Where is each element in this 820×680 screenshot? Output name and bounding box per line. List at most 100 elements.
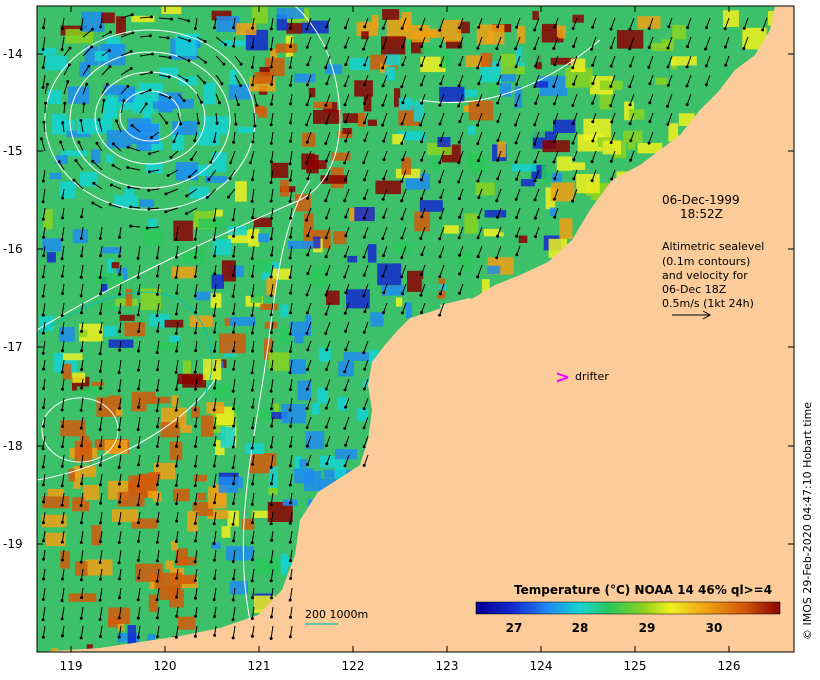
velocity-arrow-head: [496, 177, 500, 181]
velocity-arrow-head: [401, 101, 405, 105]
sst-patch: [175, 556, 197, 566]
velocity-arrow-head: [212, 542, 216, 546]
velocity-arrow-head: [270, 367, 274, 371]
velocity-arrow-head: [533, 28, 537, 32]
velocity-arrow-head: [149, 34, 152, 38]
velocity-arrow-head: [400, 275, 404, 279]
x-tick-label: 124: [530, 659, 553, 673]
velocity-arrow-head: [117, 406, 121, 410]
sst-patch: [169, 441, 183, 461]
sst-patch: [468, 100, 494, 121]
velocity-arrow-head: [61, 216, 64, 220]
x-tick-label: 123: [436, 659, 459, 673]
velocity-arrow-head: [515, 25, 519, 29]
velocity-arrow-head: [179, 122, 183, 126]
velocity-arrow-head: [495, 256, 499, 260]
velocity-arrow-head: [231, 389, 235, 393]
velocity-arrow-head: [194, 311, 198, 314]
velocity-arrow-head: [109, 30, 112, 34]
velocity-arrow-head: [253, 124, 257, 128]
velocity-arrow-head: [439, 44, 443, 48]
sst-patch: [420, 46, 435, 53]
velocity-arrow-head: [419, 178, 423, 182]
velocity-arrow-head: [42, 120, 46, 124]
velocity-arrow-head: [174, 408, 178, 412]
velocity-arrow-head: [41, 179, 45, 183]
velocity-arrow-head: [666, 46, 670, 50]
velocity-arrow-head: [213, 558, 216, 562]
velocity-arrow-head: [232, 482, 235, 486]
sst-patch: [475, 182, 495, 196]
velocity-arrow-head: [148, 88, 152, 92]
sst-patch: [197, 492, 206, 501]
velocity-arrow-head: [305, 407, 309, 410]
velocity-arrow-head: [269, 275, 273, 279]
velocity-arrow-head: [438, 122, 442, 126]
velocity-arrow-head: [231, 466, 235, 470]
velocity-arrow-head: [155, 559, 159, 563]
velocity-arrow-head: [363, 63, 367, 67]
velocity-arrow-head: [136, 445, 140, 449]
velocity-arrow-head: [270, 83, 274, 86]
velocity-arrow-head: [514, 197, 518, 201]
velocity-arrow-head: [420, 215, 424, 219]
velocity-arrow-head: [188, 175, 192, 179]
velocity-arrow-head: [155, 598, 159, 602]
velocity-arrow-head: [289, 311, 292, 315]
velocity-arrow-head: [41, 200, 45, 204]
velocity-arrow-head: [270, 482, 273, 486]
velocity-arrow-head: [42, 500, 46, 504]
velocity-arrow-head: [270, 424, 274, 428]
sst-patch: [125, 288, 133, 307]
velocity-arrow-head: [41, 483, 45, 487]
velocity-arrow-head: [438, 103, 442, 107]
velocity-arrow-head: [362, 351, 366, 355]
velocity-arrow-head: [572, 177, 576, 181]
velocity-arrow-head: [80, 482, 83, 486]
legend-line-4: 06-Dec 18Z: [662, 283, 727, 296]
velocity-arrow-head: [200, 100, 203, 104]
velocity-arrow-head: [458, 291, 462, 295]
sst-patch: [305, 314, 312, 328]
velocity-arrow-head: [249, 161, 252, 165]
sst-patch: [62, 363, 72, 380]
velocity-arrow-head: [362, 330, 366, 334]
velocity-arrow-head: [212, 522, 216, 526]
velocity-arrow-head: [193, 484, 197, 488]
y-tick-label: -19: [3, 537, 23, 551]
velocity-arrow-head: [232, 44, 236, 48]
velocity-arrow-head: [60, 445, 64, 449]
sst-patch: [115, 408, 123, 416]
velocity-arrow-head: [251, 596, 254, 600]
velocity-arrow-head: [212, 598, 216, 602]
velocity-arrow-head: [98, 428, 102, 431]
velocity-arrow-head: [137, 387, 140, 391]
velocity-arrow-head: [91, 159, 95, 163]
velocity-arrow-head: [515, 253, 519, 257]
velocity-arrow-head: [155, 409, 159, 413]
velocity-arrow-head: [344, 329, 348, 333]
velocity-arrow-head: [251, 45, 254, 49]
velocity-arrow-head: [666, 65, 670, 69]
velocity-arrow-head: [515, 177, 519, 181]
velocity-arrow-head: [174, 255, 178, 259]
sst-patch: [484, 210, 507, 218]
x-tick-label: 120: [154, 659, 177, 673]
velocity-arrow-head: [289, 444, 292, 448]
velocity-arrow-head: [41, 331, 45, 335]
velocity-arrow-head: [343, 26, 347, 30]
velocity-arrow-head: [250, 257, 254, 260]
velocity-arrow-head: [533, 64, 537, 68]
velocity-arrow-head: [42, 424, 46, 428]
velocity-arrow-head: [212, 314, 216, 318]
velocity-arrow-head: [381, 274, 385, 278]
velocity-arrow-head: [306, 196, 310, 200]
velocity-arrow-head: [155, 502, 159, 506]
velocity-arrow-head: [381, 237, 385, 240]
velocity-arrow-head: [324, 236, 328, 240]
sst-patch: [572, 14, 584, 23]
velocity-arrow-head: [269, 445, 273, 449]
velocity-arrow-head: [79, 426, 83, 430]
velocity-arrow-head: [438, 161, 442, 165]
velocity-arrow-head: [95, 141, 99, 145]
